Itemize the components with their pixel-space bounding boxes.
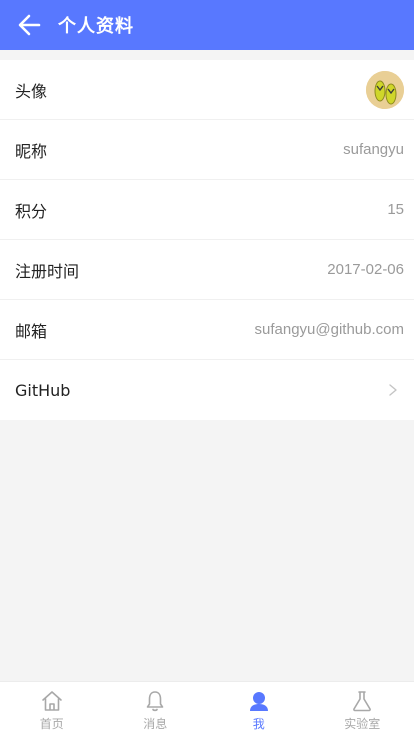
top-header: 个人资料: [0, 0, 414, 50]
row-label: 头像: [15, 81, 48, 101]
tab-me[interactable]: 我: [207, 682, 311, 736]
profile-list: 头像 昵称 sufangyu 积分 15 注册时间 2017-02-06 邮箱 …: [0, 60, 414, 420]
bell-icon: [146, 690, 164, 711]
profile-row-points[interactable]: 积分 15: [0, 180, 414, 240]
tab-lab[interactable]: 实验室: [311, 682, 414, 736]
back-button[interactable]: [0, 0, 58, 50]
user-icon: [249, 691, 268, 711]
avatar[interactable]: [366, 70, 404, 109]
chevron-right-icon: [389, 384, 397, 396]
points-value: 15: [387, 201, 404, 218]
home-icon: [41, 690, 62, 711]
email-value: sufangyu@github.com: [254, 321, 404, 338]
row-label: 邮箱: [15, 321, 48, 341]
row-label: GitHub: [15, 380, 71, 400]
profile-row-register-date[interactable]: 注册时间 2017-02-06: [0, 240, 414, 300]
tab-label: 我: [252, 716, 265, 731]
register-date-value: 2017-02-06: [327, 261, 404, 278]
row-label: 积分: [15, 201, 48, 221]
profile-row-nickname[interactable]: 昵称 sufangyu: [0, 120, 414, 180]
tab-label: 实验室: [344, 716, 381, 731]
arrow-left-icon: [18, 14, 41, 36]
flask-icon: [353, 690, 372, 711]
bottom-tab-bar: 首页 消息 我 实验室: [0, 681, 414, 736]
row-label: 昵称: [15, 141, 48, 161]
profile-row-email[interactable]: 邮箱 sufangyu@github.com: [0, 300, 414, 360]
profile-row-avatar[interactable]: 头像: [0, 60, 414, 120]
profile-row-github[interactable]: GitHub: [0, 360, 414, 420]
tab-messages[interactable]: 消息: [104, 682, 208, 736]
row-label: 注册时间: [15, 261, 80, 281]
tab-label: 消息: [143, 716, 168, 731]
slippers-avatar-image: [366, 70, 404, 109]
nickname-value: sufangyu: [343, 141, 404, 158]
tab-label: 首页: [39, 716, 64, 731]
app-root: 个人资料 头像 昵称 sufangyu 积分 15 注册时间 2017-02-0…: [0, 0, 414, 736]
page-title: 个人资料: [58, 16, 134, 37]
tab-home[interactable]: 首页: [0, 682, 104, 736]
